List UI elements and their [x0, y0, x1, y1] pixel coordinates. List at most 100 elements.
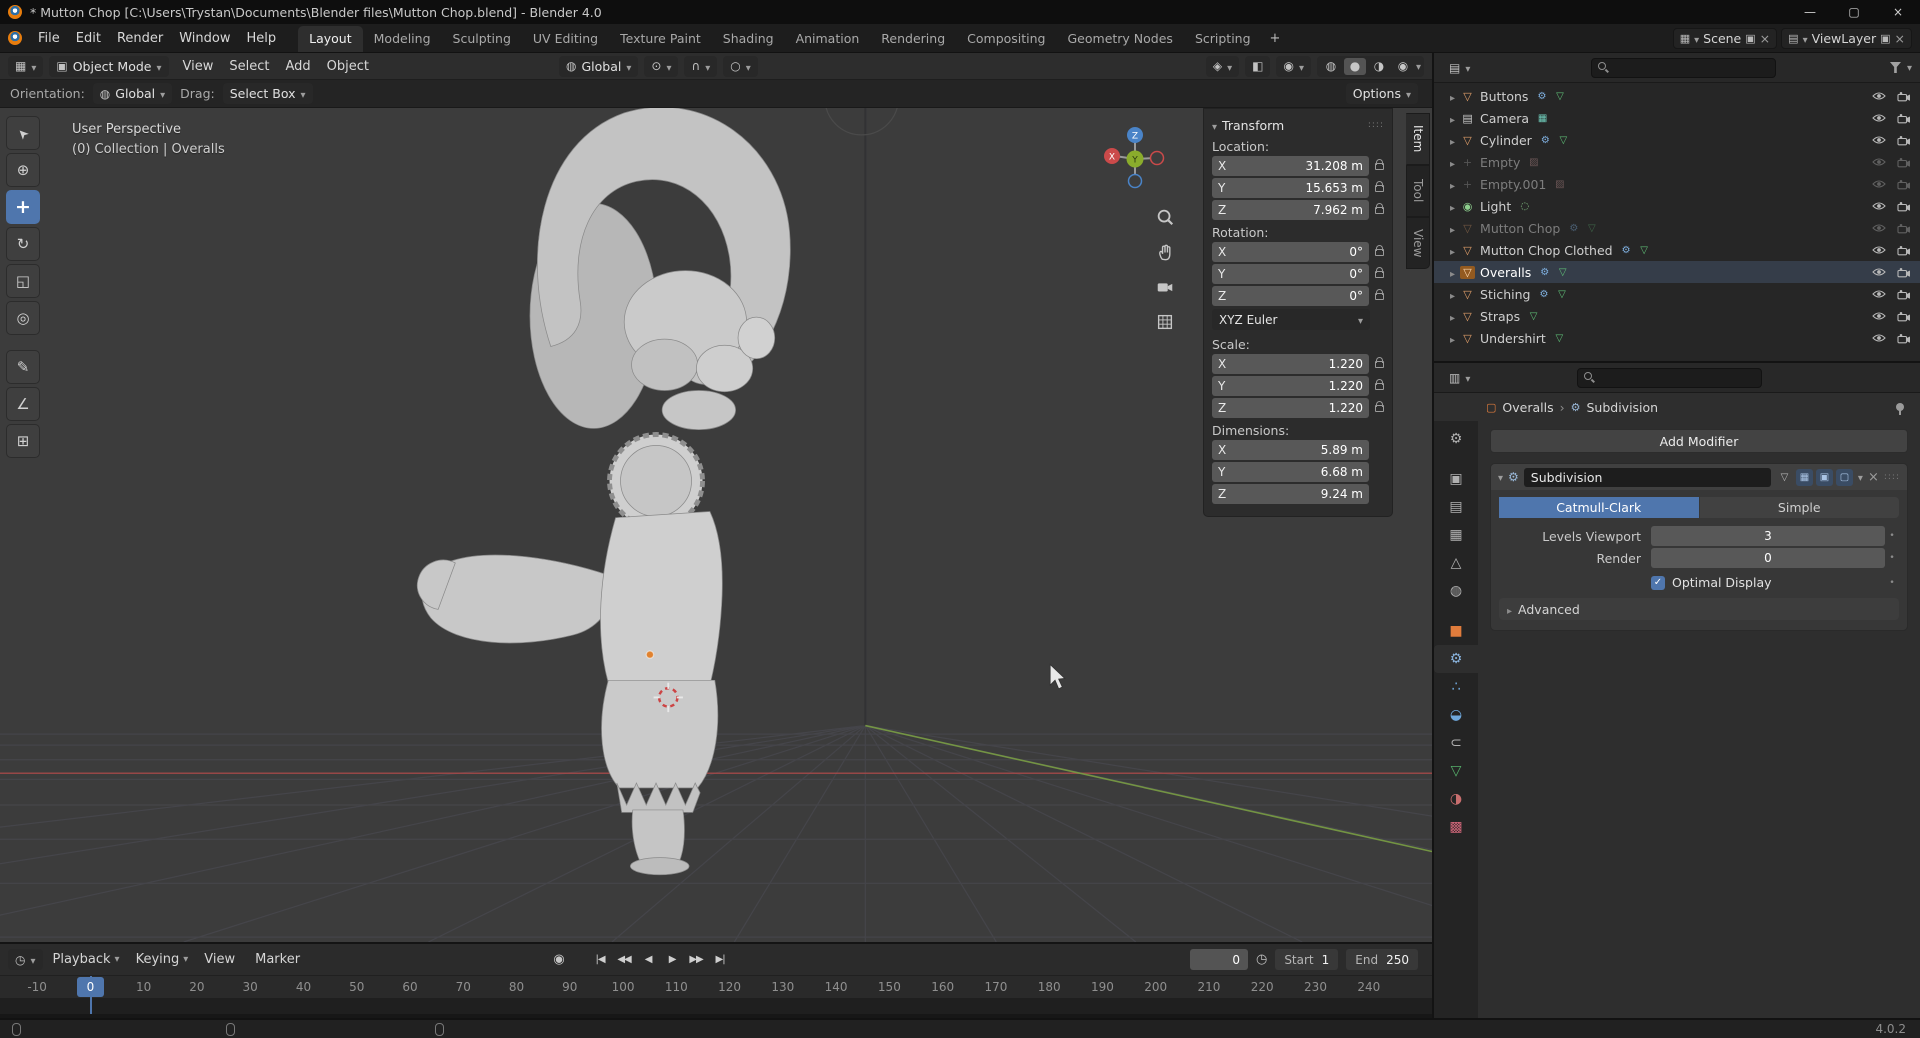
tool-button[interactable]: ✎	[6, 350, 40, 384]
shading-wireframe-button[interactable]: ◍	[1320, 58, 1342, 75]
breadcrumb-object[interactable]: Overalls	[1502, 400, 1553, 415]
outliner-item-label[interactable]: Empty	[1480, 155, 1520, 170]
dimension-field[interactable]: Y6.68 m	[1212, 462, 1369, 482]
properties-editor-type-button[interactable]: ▥	[1442, 367, 1477, 388]
advanced-subpanel-header[interactable]: Advanced	[1499, 598, 1899, 620]
outliner-row[interactable]: + Empty ▨	[1434, 151, 1920, 173]
menu-item[interactable]: Render	[109, 28, 171, 49]
filter-icon[interactable]	[1890, 62, 1901, 73]
end-frame-field[interactable]: End 250	[1346, 949, 1418, 970]
remove-viewlayer-icon[interactable]	[1895, 31, 1905, 46]
options-dropdown[interactable]: Options	[1346, 83, 1418, 104]
properties-tab[interactable]: ⚙	[1434, 645, 1478, 673]
drag-handle-icon[interactable]: ::::	[1368, 120, 1384, 130]
toggle-ortho-button[interactable]	[1152, 309, 1178, 335]
disclosure-icon[interactable]	[1450, 133, 1455, 148]
dimension-field[interactable]: Z9.24 m	[1212, 484, 1369, 504]
scale-field[interactable]: Z1.220	[1212, 398, 1369, 418]
disable-in-renders-toggle[interactable]	[1894, 289, 1914, 300]
sidebar-tab[interactable]: View	[1406, 217, 1430, 269]
properties-search-input[interactable]	[1600, 371, 1755, 385]
remove-modifier-icon[interactable]	[1868, 470, 1879, 485]
outliner-row[interactable]: ▽ Stiching ⚙ ▽	[1434, 283, 1920, 305]
lock-icon[interactable]	[1375, 185, 1384, 192]
lock-icon[interactable]	[1375, 207, 1384, 214]
new-scene-icon[interactable]: ▣	[1745, 32, 1755, 45]
outliner-item-label[interactable]: Mutton Chop Clothed	[1480, 243, 1613, 258]
timeline-menu-item[interactable]: Playback▾	[45, 952, 128, 967]
disclosure-icon[interactable]	[1450, 309, 1455, 324]
viewport-menu-item[interactable]: Add	[277, 59, 318, 74]
overlays-dropdown[interactable]: ◉	[1276, 56, 1311, 77]
hide-in-viewport-toggle[interactable]	[1869, 267, 1889, 277]
chevron-down-icon[interactable]	[1907, 60, 1912, 75]
stopwatch-icon[interactable]: ◷	[1256, 952, 1267, 967]
outliner-search[interactable]	[1591, 58, 1776, 78]
modifier-name-field[interactable]: Subdivision	[1524, 468, 1771, 487]
hide-in-viewport-toggle[interactable]	[1869, 289, 1889, 299]
minimize-button[interactable]: —	[1788, 0, 1832, 24]
outliner-row[interactable]: ▽ Straps ▽	[1434, 305, 1920, 327]
disclosure-icon[interactable]	[1450, 265, 1455, 280]
subdivision-type-button[interactable]: Simple	[1700, 497, 1900, 518]
auto-keying-button[interactable]: ◉	[549, 950, 569, 970]
disclosure-icon[interactable]	[1450, 221, 1455, 236]
outliner-row[interactable]: ▽ Buttons ⚙ ▽	[1434, 85, 1920, 107]
sidebar-tab[interactable]: Tool	[1406, 165, 1430, 217]
outliner-item-label[interactable]: Cylinder	[1480, 133, 1532, 148]
modifier-toggle[interactable]: ▣	[1816, 469, 1833, 486]
lock-icon[interactable]	[1375, 163, 1384, 170]
hide-in-viewport-toggle[interactable]	[1869, 311, 1889, 321]
properties-tab[interactable]: ▣	[1434, 465, 1478, 493]
shading-solid-button[interactable]: ●	[1344, 58, 1366, 75]
disclosure-icon[interactable]	[1450, 111, 1455, 126]
modifier-toggle[interactable]: ▢	[1836, 469, 1853, 486]
tool-button[interactable]: ⊞	[6, 424, 40, 458]
menu-item[interactable]: Help	[239, 28, 285, 49]
playhead-frame-badge[interactable]: 0	[77, 977, 104, 997]
pivot-point-dropdown[interactable]: ⊙	[644, 56, 678, 77]
viewlayer-selector[interactable]: ▤ ViewLayer ▣	[1781, 28, 1912, 49]
viewport-canvas[interactable]: User Perspective (0) Collection | Overal…	[0, 108, 1432, 942]
show-gizmos-dropdown[interactable]: ◈	[1206, 56, 1239, 77]
tool-button[interactable]: ◎	[6, 301, 40, 335]
timeline-menu-item[interactable]: Keying▾	[128, 952, 197, 967]
viewport-menu-item[interactable]: View	[175, 59, 222, 74]
scale-field[interactable]: Y1.220	[1212, 376, 1369, 396]
hide-in-viewport-toggle[interactable]	[1869, 157, 1889, 167]
outliner-row[interactable]: ▽ Mutton Chop Clothed ⚙ ▽	[1434, 239, 1920, 261]
properties-tab[interactable]: △	[1434, 549, 1478, 577]
outliner-item-label[interactable]: Empty.001	[1480, 177, 1546, 192]
tool-button[interactable]: ◱	[6, 264, 40, 298]
drag-dropdown[interactable]: Select Box	[223, 83, 313, 104]
outliner-search-input[interactable]	[1614, 61, 1769, 75]
optimal-display-checkbox[interactable]: ✓	[1651, 576, 1665, 590]
workspace-tab[interactable]: Sculpting	[442, 26, 522, 52]
location-field[interactable]: Y15.653 m	[1212, 178, 1369, 198]
viewport-menu-item[interactable]: Select	[221, 59, 277, 74]
lock-icon[interactable]	[1375, 293, 1384, 300]
workspace-tab[interactable]: Texture Paint	[609, 26, 712, 52]
outliner-item-label[interactable]: Buttons	[1480, 89, 1528, 104]
properties-tab[interactable]: ▩	[1434, 813, 1478, 841]
disable-in-renders-toggle[interactable]	[1894, 333, 1914, 344]
tool-button[interactable]: ⊕	[6, 153, 40, 187]
tool-button[interactable]: ∠	[6, 387, 40, 421]
properties-tab[interactable]: ⊂	[1434, 729, 1478, 757]
rotation-field[interactable]: X0°	[1212, 242, 1369, 262]
properties-tab[interactable]: ◍	[1434, 577, 1478, 605]
timeline-editor-type-button[interactable]: ◷	[8, 949, 43, 970]
timeline-track-area[interactable]	[0, 998, 1432, 1015]
outliner-row[interactable]: ▽ Mutton Chop ⚙ ▽	[1434, 217, 1920, 239]
transport-button[interactable]: ◀	[637, 950, 659, 970]
lock-icon[interactable]	[1375, 361, 1384, 368]
transport-button[interactable]: ▶▶	[685, 950, 707, 970]
snap-dropdown[interactable]: ∩	[684, 56, 717, 77]
hide-in-viewport-toggle[interactable]	[1869, 179, 1889, 189]
outliner-item-label[interactable]: Overalls	[1480, 265, 1531, 280]
hide-in-viewport-toggle[interactable]	[1869, 245, 1889, 255]
disclosure-icon[interactable]	[1450, 199, 1455, 214]
camera-view-button[interactable]	[1152, 274, 1178, 300]
viewport-menu-item[interactable]: Object	[319, 59, 377, 74]
navigation-gizmo[interactable]: Z X Y	[1100, 124, 1170, 194]
